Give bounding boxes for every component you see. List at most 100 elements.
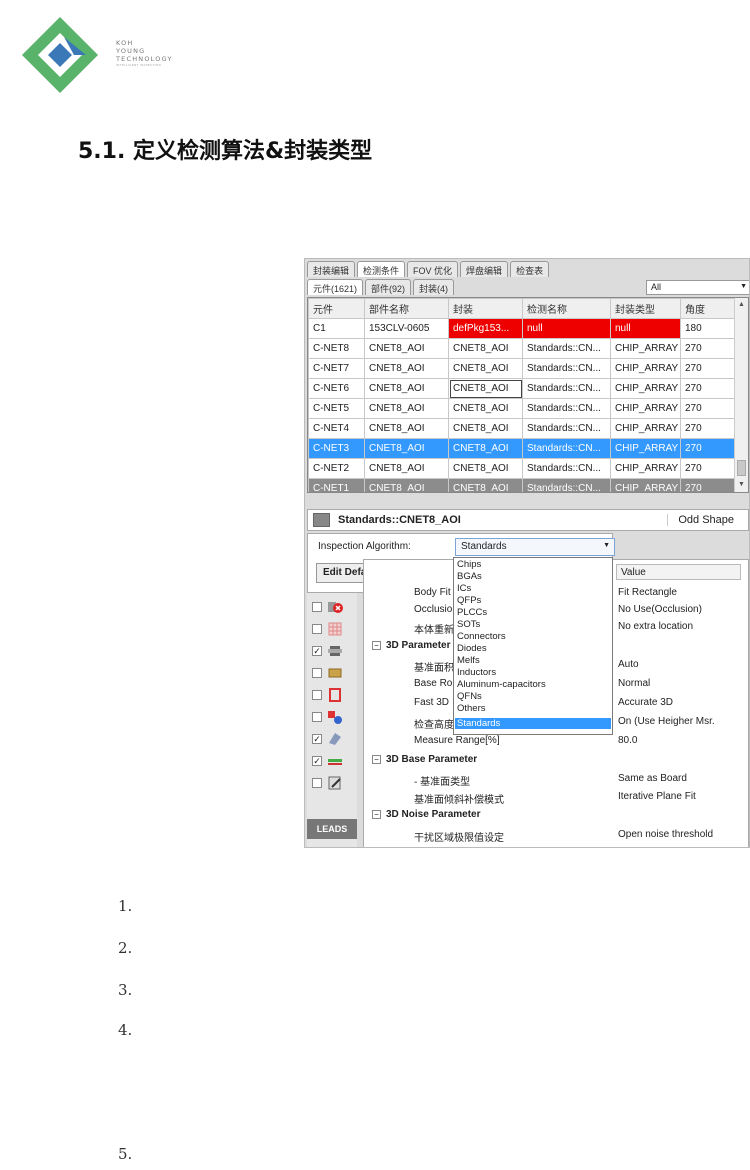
collapse-icon[interactable]: − xyxy=(372,641,381,650)
company-logo: KOH YOUNG TECHNOLOGY INTELLIGENT INSPECT… xyxy=(20,15,190,95)
scroll-down-icon[interactable]: ▼ xyxy=(735,478,748,492)
dropdown-option[interactable]: BGAs xyxy=(455,571,611,582)
dropdown-option[interactable]: QFNs xyxy=(455,691,611,702)
inspection-item[interactable] xyxy=(310,619,354,639)
table-row[interactable]: C-NET2 CNET8_AOI CNET8_AOI Standards::CN...… xyxy=(308,458,735,479)
checkbox[interactable]: ✓ xyxy=(312,756,322,766)
tab-package-edit[interactable]: 封装编辑 xyxy=(307,261,356,277)
sub-tab-bar: 元件(1621) 部件(92) 封装(4) xyxy=(307,279,456,295)
component-body-icon xyxy=(328,646,342,656)
dropdown-option[interactable]: SOTs xyxy=(455,619,611,630)
inspection-item[interactable]: ✓ xyxy=(310,641,354,661)
property-row[interactable]: - 基准面类型 Same as Board xyxy=(364,770,748,788)
column-header-inspection-name[interactable]: 检测名称 xyxy=(522,298,611,319)
table-row[interactable]: C-NET4 CNET8_AOI CNET8_AOI Standards::CN...… xyxy=(308,418,735,439)
value-column-header: Value xyxy=(616,564,741,580)
scroll-up-icon[interactable]: ▲ xyxy=(735,298,748,312)
leads-tab[interactable]: LEADS xyxy=(307,819,357,839)
dropdown-option[interactable]: PLCCs xyxy=(455,607,611,618)
property-section[interactable]: −3D Noise Parameter xyxy=(364,806,748,824)
inspection-item-column: ✓ ✓ ✓ LEADS xyxy=(307,593,357,847)
checkbox[interactable] xyxy=(312,690,322,700)
odd-shape-button[interactable]: Odd Shape xyxy=(667,514,734,526)
dropdown-option[interactable]: Aluminum-capacitors xyxy=(455,679,611,690)
inspection-item[interactable] xyxy=(310,597,354,617)
tab-inspection-condition[interactable]: 检测条件 xyxy=(357,261,406,277)
table-row[interactable]: C1 153CLV-0605 defPkg153... null null 180 xyxy=(308,318,735,339)
collapse-icon[interactable]: − xyxy=(372,755,381,764)
list-number: 1. xyxy=(118,897,133,915)
property-row[interactable]: 基准面倾斜补偿模式 Iterative Plane Fit xyxy=(364,788,748,806)
tab-parts[interactable]: 部件(92) xyxy=(365,279,412,295)
checkbox[interactable] xyxy=(312,778,322,788)
column-header-angle[interactable]: 角度 xyxy=(680,298,735,319)
table-row-selected[interactable]: C-NET3 CNET8_AOI CNET8_AOI Standards::CN...… xyxy=(308,438,735,459)
inspection-item[interactable] xyxy=(310,685,354,705)
column-header-part-name[interactable]: 部件名称 xyxy=(364,298,449,319)
polarity-icon xyxy=(328,711,342,724)
table-row[interactable]: C-NET1 CNET8_AOI CNET8_AOI Standards::CN...… xyxy=(308,478,735,492)
inspection-item[interactable] xyxy=(310,707,354,727)
edit-icon xyxy=(328,776,341,790)
section-heading: 5.1. 定义检测算法&封装类型 xyxy=(78,139,373,164)
dropdown-option[interactable]: ICs xyxy=(455,583,611,594)
collapse-icon[interactable]: − xyxy=(372,810,381,819)
checkbox[interactable]: ✓ xyxy=(312,646,322,656)
chevron-down-icon: ▼ xyxy=(740,283,747,290)
package-title: Standards::CNET8_AOI xyxy=(338,514,461,526)
scrollbar-thumb[interactable] xyxy=(737,460,746,476)
list-number: 3. xyxy=(118,981,133,999)
algorithm-select[interactable]: Standards ▼ xyxy=(455,538,615,556)
checkbox[interactable] xyxy=(312,602,322,612)
list-number: 4. xyxy=(118,1021,133,1039)
chevron-down-icon: ▼ xyxy=(603,542,610,549)
column-header-package-type[interactable]: 封装类型 xyxy=(610,298,681,319)
table-row[interactable]: C-NET6 CNET8_AOI CNET8_AOI Standards::CN...… xyxy=(308,378,735,399)
pad-grid-icon xyxy=(328,622,342,636)
table-scrollbar[interactable]: ▲ ▼ xyxy=(734,298,748,492)
tab-checklist[interactable]: 检查表 xyxy=(510,261,550,277)
tab-fov-optimize[interactable]: FOV 优化 xyxy=(407,261,459,277)
property-row[interactable]: 干扰区域极限值设定 Open noise threshold xyxy=(364,826,748,844)
inspection-app-window: 封装编辑 检测条件 FOV 优化 焊盘编辑 检查表 元件(1621) 部件(92… xyxy=(304,258,750,848)
tab-packages[interactable]: 封装(4) xyxy=(413,279,455,295)
package-icon xyxy=(313,513,330,527)
logo-wordmark: KOH YOUNG TECHNOLOGY INTELLIGENT INSPECT… xyxy=(116,39,173,67)
dropdown-option[interactable]: Others xyxy=(455,703,611,714)
checkbox[interactable] xyxy=(312,668,322,678)
dropdown-option[interactable]: Diodes xyxy=(455,643,611,654)
logo-mark-icon xyxy=(22,17,98,93)
table-row[interactable]: C-NET7 CNET8_AOI CNET8_AOI Standards::CN...… xyxy=(308,358,735,379)
dropdown-option[interactable]: Chips xyxy=(455,559,611,570)
checkbox[interactable]: ✓ xyxy=(312,734,322,744)
algorithm-dropdown-list: Chips BGAs ICs QFPs PLCCs SOTs Connector… xyxy=(453,557,613,735)
package-header-bar: Standards::CNET8_AOI Odd Shape xyxy=(307,509,749,531)
list-number: 5. xyxy=(118,1145,133,1163)
inspection-item[interactable] xyxy=(310,773,354,793)
top-tab-bar: 封装编辑 检测条件 FOV 优化 焊盘编辑 检查表 xyxy=(307,261,551,277)
dropdown-option-selected[interactable]: Standards xyxy=(455,718,611,729)
component-table: 元件 部件名称 封装 检测名称 封装类型 角度 C1 153CLV-0605 de… xyxy=(307,297,749,493)
inspection-item[interactable]: ✓ xyxy=(310,751,354,771)
tab-components[interactable]: 元件(1621) xyxy=(307,279,364,295)
column-header-package[interactable]: 封装 xyxy=(448,298,523,319)
checkbox[interactable] xyxy=(312,712,322,722)
dropdown-option[interactable]: Connectors xyxy=(455,631,611,642)
property-section[interactable]: −3D Base Parameter xyxy=(364,751,748,769)
algorithm-label: Inspection Algorithm: xyxy=(318,541,411,552)
dropdown-option[interactable]: QFPs xyxy=(455,595,611,606)
inspection-item[interactable]: ✓ xyxy=(310,729,354,749)
inspection-item[interactable] xyxy=(310,663,354,683)
checkbox[interactable] xyxy=(312,624,322,634)
table-row[interactable]: C-NET5 CNET8_AOI CNET8_AOI Standards::CN...… xyxy=(308,398,735,419)
dropdown-option[interactable]: Inductors xyxy=(455,667,611,678)
error-icon xyxy=(328,602,343,613)
tilt-icon xyxy=(329,733,341,745)
table-row[interactable]: C-NET8 CNET8_AOI CNET8_AOI Standards::CN...… xyxy=(308,338,735,359)
lead-icon xyxy=(328,759,342,765)
filter-select[interactable]: All ▼ xyxy=(646,280,749,295)
dropdown-option[interactable]: Melfs xyxy=(455,655,611,666)
outline-icon xyxy=(329,688,341,702)
tab-pad-edit[interactable]: 焊盘编辑 xyxy=(460,261,509,277)
column-header-component[interactable]: 元件 xyxy=(308,298,365,319)
